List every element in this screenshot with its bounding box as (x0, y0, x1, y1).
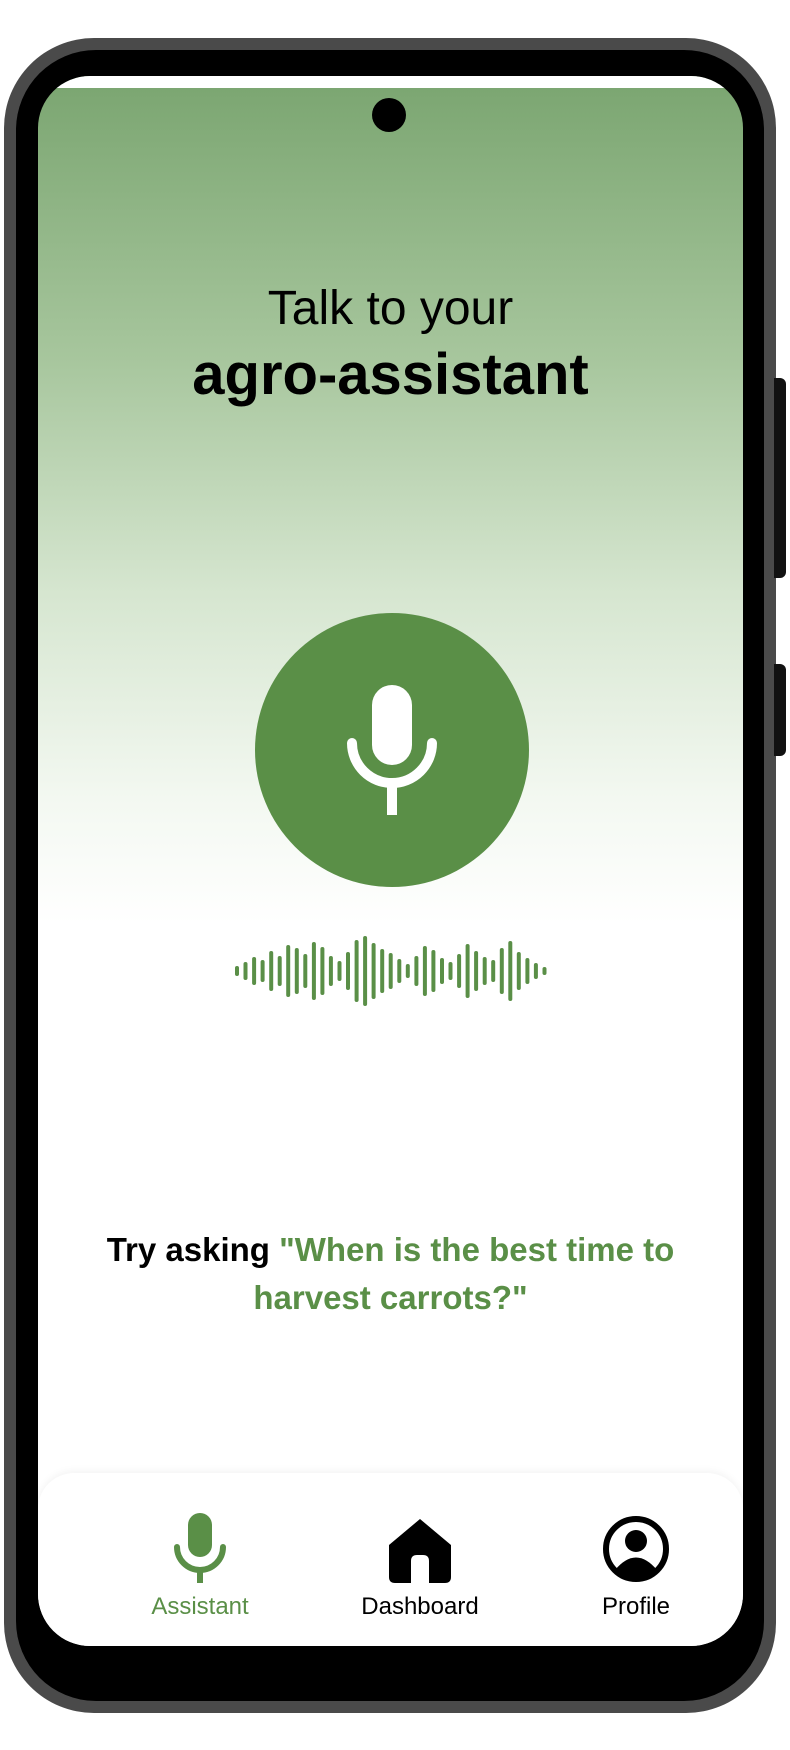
page-title-line2: agro-assistant (192, 342, 589, 407)
wave-bar (491, 960, 496, 982)
wave-bar (235, 966, 239, 976)
wave-bar (294, 948, 299, 994)
wave-bar (405, 964, 410, 978)
microphone-icon (174, 1513, 226, 1583)
bottom-navigation: Assistant Dashboard Profile (38, 1473, 743, 1646)
nav-label-profile: Profile (601, 1593, 671, 1620)
wave-bar (363, 936, 368, 1006)
record-voice-button[interactable] (255, 613, 529, 887)
wave-bar (277, 956, 282, 986)
nav-item-profile[interactable]: Profile (536, 1511, 736, 1621)
wave-bar (499, 948, 504, 994)
wave-bar (414, 956, 419, 986)
wave-bar (328, 956, 333, 986)
wave-bar (260, 960, 265, 982)
wave-bar (303, 954, 308, 988)
wave-bar (431, 950, 436, 992)
wave-bar (448, 962, 453, 980)
wave-bar (354, 940, 359, 1002)
wave-bar (533, 963, 538, 979)
home-icon (389, 1519, 451, 1583)
wave-bar (508, 941, 513, 1001)
user-circle-icon (603, 1516, 669, 1582)
wave-bar (286, 945, 291, 997)
wave-bar (252, 957, 257, 985)
status-bar (38, 76, 743, 88)
wave-bar (320, 947, 325, 995)
example-prompt-prefix: Try asking (106, 1231, 280, 1268)
wave-bar (465, 944, 470, 998)
wave-bar (371, 943, 376, 999)
front-camera (372, 98, 406, 132)
example-prompt: Try asking "When is the best time to har… (78, 1226, 703, 1322)
wave-bar (525, 958, 530, 984)
wave-bar (346, 952, 350, 990)
microphone-icon (347, 685, 437, 815)
wave-bar (482, 957, 487, 985)
volume-button (774, 378, 786, 578)
nav-label-dashboard: Dashboard (361, 1593, 479, 1620)
wave-bar (397, 959, 402, 983)
wave-bar (516, 952, 521, 990)
nav-item-assistant[interactable]: Assistant (100, 1511, 300, 1621)
wave-bar (542, 967, 547, 975)
wave-bar (388, 953, 393, 989)
wave-bar (269, 951, 274, 991)
wave-bar (474, 951, 479, 991)
wave-bar (440, 958, 444, 984)
page-title-line1: Talk to your (267, 282, 514, 335)
app-screen: Talk to your agro-assistant Try asking "… (38, 76, 743, 1646)
wave-bar (457, 954, 462, 988)
wave-bar (422, 946, 427, 996)
wave-bar (311, 942, 316, 1000)
wave-bar (243, 962, 248, 980)
wave-bar (380, 949, 385, 993)
example-prompt-question: "When is the best time to harvest carrot… (253, 1231, 675, 1316)
nav-item-dashboard[interactable]: Dashboard (320, 1511, 520, 1621)
nav-label-assistant: Assistant (151, 1593, 249, 1620)
sound-wave-icon (235, 936, 547, 1006)
power-button (774, 664, 786, 756)
wave-bar (337, 961, 342, 981)
